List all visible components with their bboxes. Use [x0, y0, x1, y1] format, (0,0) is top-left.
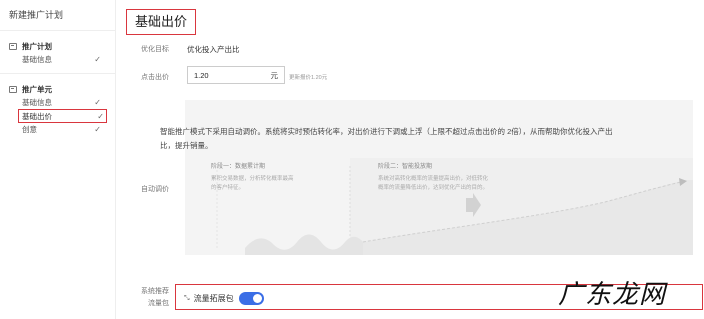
optimize-target-label: 优化目标 [141, 46, 169, 53]
sidebar-head-unit[interactable]: 推广单元 [0, 83, 115, 96]
toggle-knob [252, 294, 262, 303]
check-icon: ✓ [97, 111, 104, 121]
check-icon: ✓ [94, 55, 101, 64]
click-bid-hint: 更新报价1.20元 [289, 75, 328, 81]
click-bid-input[interactable]: 1.20 元 [187, 66, 285, 84]
sidebar-section-unit: 推广单元 基础信息 ✓ 基础出价 ✓ 创意 ✓ [0, 73, 115, 143]
folder-icon [9, 43, 17, 50]
click-bid-label: 点击出价 [141, 74, 169, 81]
traffic-pack-label-2: 流量包 [148, 300, 169, 307]
auto-bid-description: 智能推广模式下采用自动调价。系统将实时预估转化率，对出价进行下调或上浮（上限不超… [160, 127, 613, 150]
stage2-title: 阶段二：智能投放期 [378, 164, 433, 170]
check-icon: ✓ [94, 98, 101, 107]
sidebar-item-unit-basic-bid[interactable]: 基础出价 ✓ [18, 109, 107, 123]
sidebar-head-label: 推广计划 [22, 42, 52, 51]
click-bid-unit: 元 [270, 70, 279, 80]
stage1-block: 阶段一：数据累计期 累积交易数据，分析转化概率最高的客户特征。 [211, 163, 297, 193]
stage2-text: 系统对高转化概率的流量提高出价，对低转化概率的流量降低出价，达到优化产出的目的。 [378, 176, 489, 191]
traffic-pack-label-1: 系统推荐 [141, 288, 169, 295]
watermark-logo: 广东龙网 [557, 280, 666, 310]
traffic-pack-row: ⤡ 流量拓展包 [184, 292, 264, 305]
stage1-title: 阶段一：数据累计期 [211, 164, 266, 170]
stage2-block: 阶段二：智能投放期 系统对高转化概率的流量提高出价，对低转化概率的流量降低出价，… [378, 163, 490, 193]
stage1-text: 累积交易数据，分析转化概率最高的客户特征。 [211, 176, 294, 191]
sidebar: 新建推广计划 推广计划 基础信息 ✓ 推广单元 基础信息 ✓ 基础出价 ✓ 创意… [0, 0, 116, 319]
sidebar-item-label: 基础信息 [22, 55, 52, 64]
sidebar-title: 新建推广计划 [0, 0, 115, 31]
sidebar-item-unit-creative[interactable]: 创意 ✓ [19, 123, 103, 136]
sidebar-head-label: 推广单元 [22, 85, 52, 94]
traffic-pack-toggle-label: 流量拓展包 [193, 294, 234, 303]
folder-icon [9, 86, 17, 93]
main-content: 基础出价 优化目标 优化投入产出比 点击出价 1.20 元 更新报价1.20元 … [117, 0, 704, 319]
sidebar-item-label: 创意 [22, 125, 37, 134]
sidebar-item-plan-basic-info[interactable]: 基础信息 ✓ [19, 53, 103, 66]
check-icon: ✓ [94, 125, 101, 134]
shrink-icon[interactable]: ⤡ [184, 295, 190, 303]
sidebar-item-label: 基础信息 [22, 98, 52, 107]
traffic-pack-toggle[interactable] [238, 292, 264, 305]
page-title: 基础出价 [126, 9, 197, 35]
sidebar-head-plan[interactable]: 推广计划 [0, 40, 115, 53]
sidebar-item-unit-basic-info[interactable]: 基础信息 ✓ [19, 96, 103, 109]
optimize-target-value: 优化投入产出比 [187, 45, 240, 54]
sidebar-section-plan: 推广计划 基础信息 ✓ [0, 31, 115, 73]
sidebar-item-label: 基础出价 [22, 111, 52, 121]
auto-bid-label: 自动调价 [141, 186, 169, 193]
click-bid-value: 1.20 [194, 70, 209, 80]
